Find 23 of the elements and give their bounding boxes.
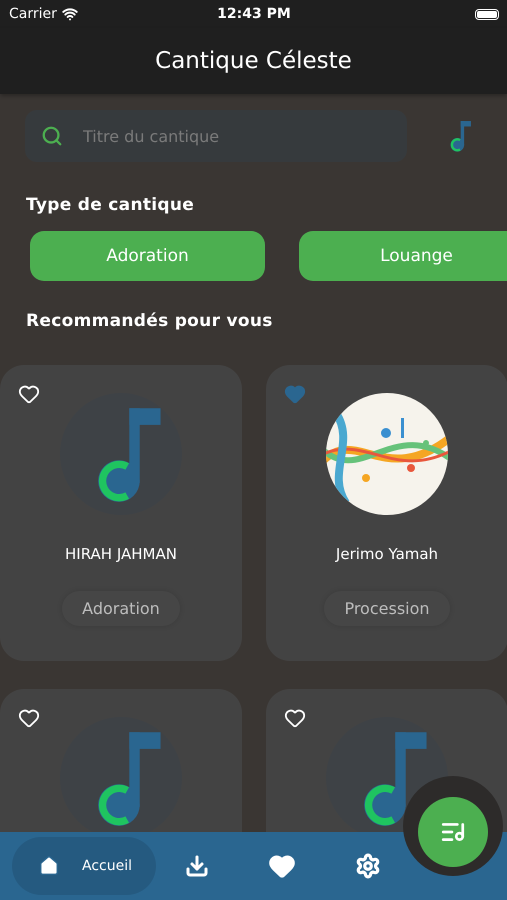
heart-icon[interactable] <box>18 707 40 729</box>
section-heading: Recommandés pour vous <box>25 311 274 331</box>
song-card[interactable]: Jerimo Yamah Procession <box>266 365 507 661</box>
battery-icon <box>474 8 499 20</box>
song-author: HIRAH JAHMAN <box>65 545 177 563</box>
category-tag: Adoration <box>62 591 180 626</box>
carrier-text: Carrier <box>9 6 57 22</box>
heart-icon[interactable] <box>18 383 40 405</box>
song-card[interactable]: HIRAH JAHMAN Adoration <box>0 365 242 661</box>
search-field[interactable]: Titre du cantique <box>25 110 407 162</box>
wifi-icon <box>62 6 78 22</box>
search-input[interactable]: Titre du cantique <box>81 126 391 146</box>
app-title: Cantique Céleste <box>155 48 352 74</box>
status-time: 12:43 PM <box>217 6 291 22</box>
settings-icon <box>355 853 381 879</box>
section-heading: Type de cantique <box>25 195 196 215</box>
home-tab[interactable]: Accueil <box>12 837 156 895</box>
download-icon <box>185 854 209 878</box>
home-icon <box>38 855 60 877</box>
heart-icon[interactable] <box>284 707 306 729</box>
category-tag: Procession <box>324 591 450 626</box>
song-author: Jerimo Yamah <box>336 545 438 563</box>
search-icon <box>41 125 63 147</box>
